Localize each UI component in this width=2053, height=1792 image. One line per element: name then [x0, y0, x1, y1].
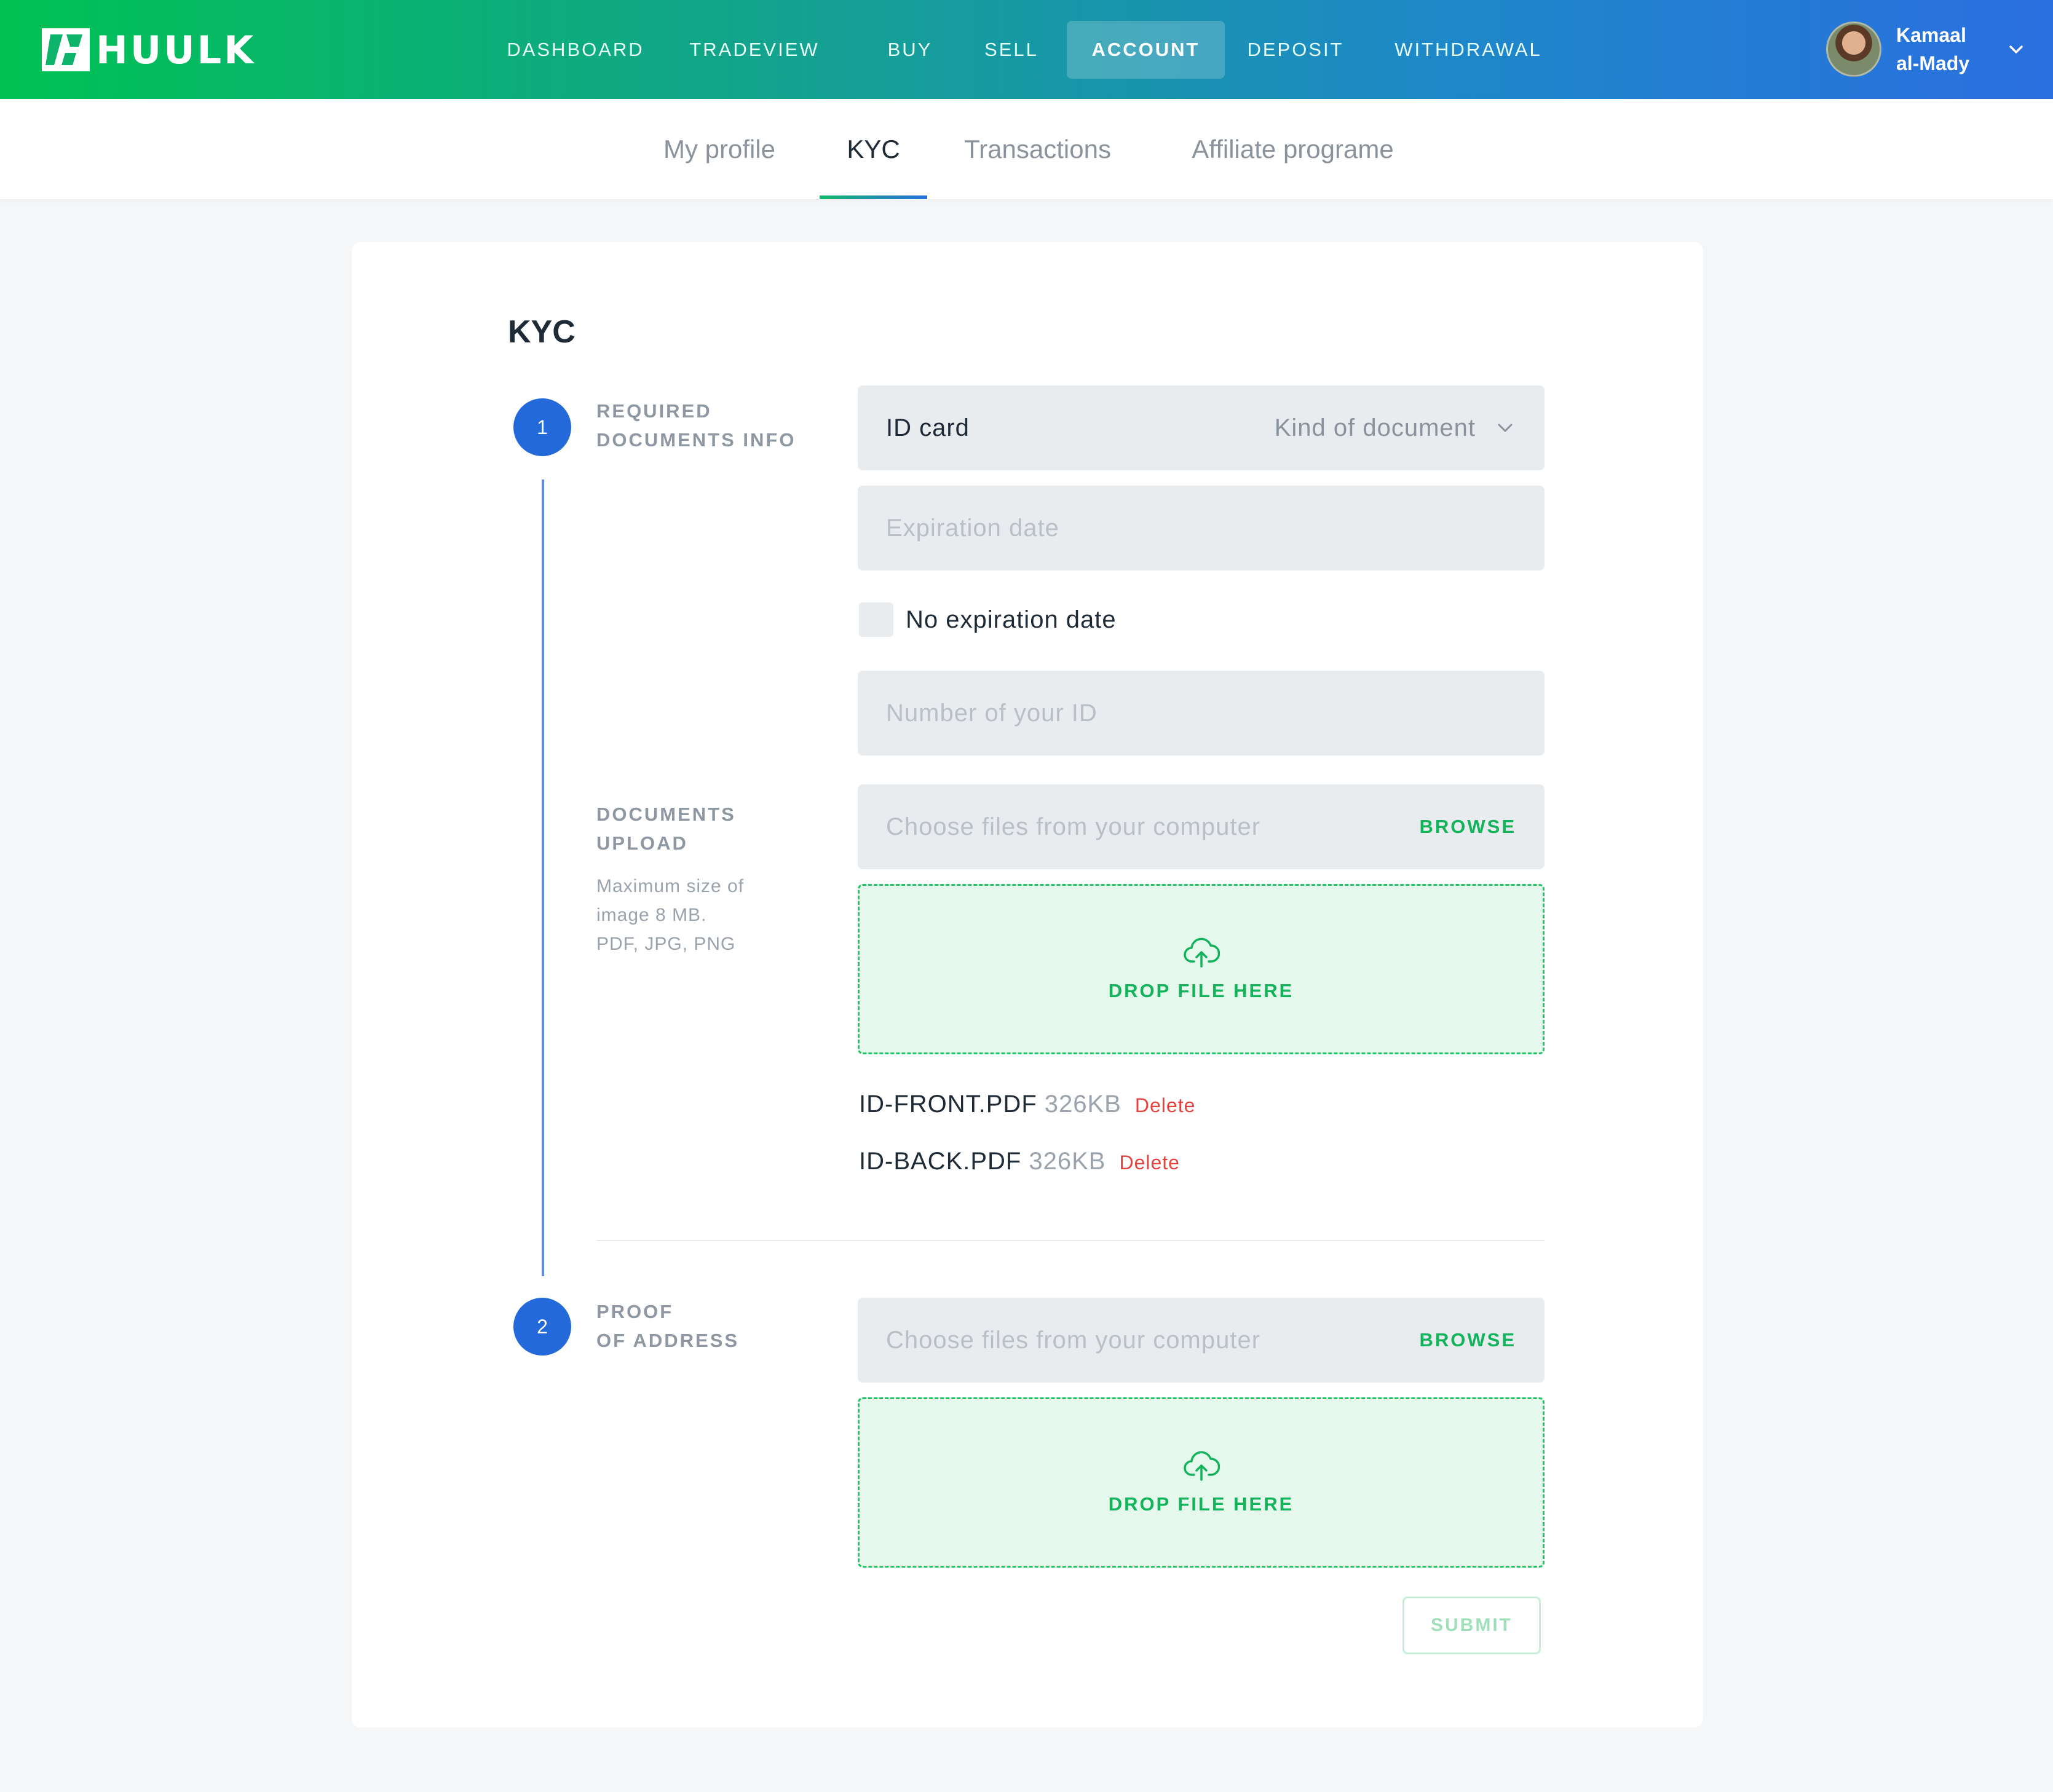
- chevron-down-icon: [1498, 424, 1513, 432]
- proof-of-address-label-line2: OF ADDRESS: [596, 1330, 740, 1351]
- upload-note-line3: PDF, JPG, PNG: [596, 934, 736, 954]
- tab-my-profile[interactable]: My profile: [646, 99, 793, 199]
- no-expiration-label[interactable]: No expiration date: [906, 606, 1117, 634]
- id-number-input[interactable]: [858, 671, 1545, 756]
- page-title: KYC: [508, 314, 576, 350]
- expiration-date-input[interactable]: [858, 486, 1545, 570]
- upload-note-line1: Maximum size of: [596, 876, 745, 896]
- documents-file-picker[interactable]: Choose files from your computer BROWSE: [858, 784, 1545, 869]
- active-tab-indicator: [820, 195, 927, 199]
- drop-file-label: DROP FILE HERE: [1108, 979, 1294, 1001]
- main-nav: DASHBOARD TRADEVIEW BUY SELL ACCOUNT DEP…: [0, 21, 2053, 79]
- top-navbar: HUULK DASHBOARD TRADEVIEW BUY SELL ACCOU…: [0, 0, 2053, 99]
- document-type-hint: Kind of document: [1274, 414, 1476, 441]
- tab-kyc[interactable]: KYC: [820, 99, 927, 199]
- user-last-name: al-Mady: [1896, 52, 1970, 74]
- user-menu[interactable]: Kamaal al-Mady: [1826, 20, 2025, 79]
- browse-button[interactable]: BROWSE: [1420, 816, 1517, 838]
- delete-file-button[interactable]: Delete: [1119, 1151, 1180, 1174]
- address-dropzone[interactable]: DROP FILE HERE: [858, 1397, 1545, 1568]
- drop-file-label: DROP FILE HERE: [1108, 1493, 1294, 1515]
- nav-account[interactable]: ACCOUNT: [1067, 21, 1225, 79]
- required-documents-label: REQUIRED DOCUMENTS INFO: [596, 397, 796, 454]
- proof-of-address-label: PROOF OF ADDRESS: [596, 1297, 739, 1355]
- document-type-value: ID card: [886, 414, 970, 441]
- cloud-upload-icon: [1183, 937, 1220, 968]
- step-1-indicator: 1: [513, 398, 571, 456]
- account-tabs: My profile KYC Transactions Affiliate pr…: [0, 99, 2053, 199]
- submit-button[interactable]: SUBMIT: [1402, 1597, 1541, 1654]
- step-connector-line: [542, 480, 544, 1276]
- uploaded-file-row: ID-FRONT.PDF 326KB Delete: [859, 1091, 1195, 1118]
- no-expiration-row: No expiration date: [859, 602, 1117, 637]
- section-divider: [596, 1240, 1545, 1241]
- nav-tradeview[interactable]: TRADEVIEW: [681, 21, 828, 79]
- documents-upload-label: DOCUMENTS UPLOAD: [596, 800, 736, 858]
- file-name: ID-BACK.PDF: [859, 1148, 1022, 1175]
- no-expiration-checkbox[interactable]: [859, 602, 893, 637]
- nav-dashboard[interactable]: DASHBOARD: [501, 21, 650, 79]
- delete-file-button[interactable]: Delete: [1135, 1094, 1196, 1117]
- proof-of-address-label-line1: PROOF: [596, 1301, 674, 1322]
- nav-deposit[interactable]: DEPOSIT: [1240, 21, 1351, 79]
- file-size: 326KB: [1044, 1091, 1121, 1118]
- documents-upload-label-line2: UPLOAD: [596, 832, 688, 854]
- documents-upload-label-line1: DOCUMENTS: [596, 803, 736, 825]
- user-name: Kamaal al-Mady: [1896, 21, 1995, 77]
- upload-size-note: Maximum size of image 8 MB. PDF, JPG, PN…: [596, 872, 799, 958]
- user-first-name: Kamaal: [1896, 24, 1966, 46]
- nav-sell[interactable]: SELL: [975, 21, 1048, 79]
- document-type-select[interactable]: ID card Kind of document: [858, 385, 1545, 470]
- address-file-picker[interactable]: Choose files from your computer BROWSE: [858, 1298, 1545, 1383]
- file-picker-placeholder: Choose files from your computer: [886, 813, 1261, 840]
- documents-dropzone[interactable]: DROP FILE HERE: [858, 884, 1545, 1054]
- file-picker-placeholder: Choose files from your computer: [886, 1326, 1261, 1354]
- tab-transactions[interactable]: Transactions: [950, 99, 1125, 199]
- chevron-down-icon[interactable]: [2007, 40, 2025, 58]
- nav-buy[interactable]: BUY: [876, 21, 944, 79]
- tab-affiliate-programe[interactable]: Affiliate programe: [1171, 99, 1414, 199]
- file-size: 326KB: [1029, 1148, 1106, 1175]
- cloud-upload-icon: [1183, 1451, 1220, 1481]
- nav-withdrawal[interactable]: WITHDRAWAL: [1383, 21, 1553, 79]
- required-documents-label-line2: DOCUMENTS INFO: [596, 429, 796, 451]
- uploaded-file-row: ID-BACK.PDF 326KB Delete: [859, 1148, 1180, 1175]
- file-name: ID-FRONT.PDF: [859, 1091, 1037, 1118]
- upload-note-line2: image 8 MB.: [596, 905, 707, 925]
- avatar[interactable]: [1826, 22, 1881, 77]
- step-2-indicator: 2: [513, 1298, 571, 1356]
- browse-button[interactable]: BROWSE: [1420, 1329, 1517, 1351]
- required-documents-label-line1: REQUIRED: [596, 400, 712, 422]
